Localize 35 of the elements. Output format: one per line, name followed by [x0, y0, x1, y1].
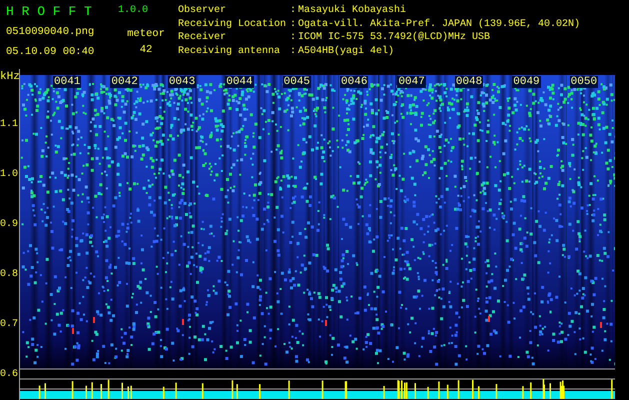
colon-separator: : — [290, 31, 298, 44]
axis-label: 0.9 — [0, 218, 19, 232]
info-value: Masayuki Kobayashi — [298, 4, 408, 18]
time-label: 0042 — [110, 76, 139, 88]
time-label: 0047 — [397, 76, 426, 88]
axis-label: 0.8 — [0, 268, 19, 282]
axis-label: 1.1 — [0, 118, 19, 132]
time-label: 0046 — [340, 76, 368, 88]
axis-unit: kHz — [0, 70, 21, 83]
time-label: 0043 — [168, 76, 196, 88]
app-version: 1.0.0 — [118, 4, 148, 18]
info-label: Receiving Location — [178, 18, 288, 31]
axis-label: 0.6 — [0, 368, 19, 382]
file-name: 0510090040.png — [6, 26, 96, 40]
colon-separator: : — [290, 4, 298, 18]
info-value: A504HB(yagi 4el) — [298, 44, 396, 58]
info-label: Observer — [178, 4, 228, 18]
date-time: 05.10.09 00:40 — [6, 46, 96, 59]
info-value: ICOM IC-575 53.7492(@LCD)MHz USB — [298, 31, 492, 44]
time-label: 0048 — [454, 76, 484, 88]
time-label: 0049 — [512, 76, 541, 88]
app-title: H R O F F T — [6, 4, 93, 20]
time-label: 0045 — [282, 76, 312, 88]
info-label: Receiving antenna — [178, 44, 282, 58]
time-label: 0044 — [225, 76, 254, 88]
info-label: Receiver — [178, 31, 228, 44]
axis-label: 0.7 — [0, 318, 19, 332]
meteor-label: meteor — [127, 28, 165, 42]
axis-label: 1.0 — [0, 168, 19, 182]
colon-separator: : — [290, 44, 298, 58]
info-value: Ogata-vill. Akita-Pref. JAPAN (139.96E, 40.02N) — [298, 18, 580, 31]
time-label: 0050 — [570, 76, 598, 88]
colon-separator: : — [290, 18, 298, 31]
meteor-count: 42 — [140, 44, 152, 57]
time-label: 0041 — [53, 76, 82, 88]
